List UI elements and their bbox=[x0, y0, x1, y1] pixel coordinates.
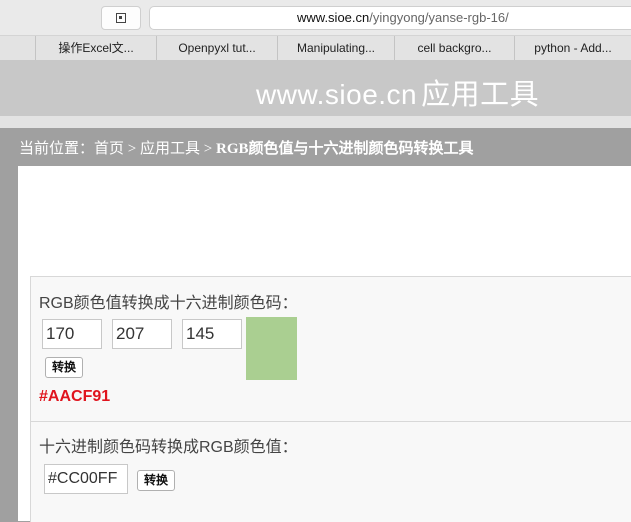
green-input[interactable] bbox=[112, 319, 172, 349]
rgb-to-hex-heading: RGB颜色值转换成十六进制颜色码： bbox=[39, 295, 298, 312]
bookmark-item[interactable]: cell backgro... bbox=[395, 36, 515, 60]
site-title[interactable]: www.sioe.cn 应用工具 bbox=[256, 71, 539, 113]
bookmark-item[interactable]: python - Add... bbox=[515, 36, 631, 60]
header-divider bbox=[0, 116, 631, 128]
bookmark-item[interactable]: Manipulating... bbox=[278, 36, 395, 60]
tab-overview-icon bbox=[116, 13, 126, 23]
hex-to-rgb-panel: 十六进制颜色码转换成RGB颜色值： 转换 bbox=[30, 421, 631, 522]
url-host: www.sioe.cn bbox=[297, 10, 370, 25]
site-title-cn: 应用工具 bbox=[421, 79, 540, 111]
hex-result: #AACF91 bbox=[39, 388, 111, 405]
site-header: www.sioe.cn 应用工具 bbox=[0, 61, 631, 116]
breadcrumb: 当前位置：首页 > 应用工具 > RGB颜色值与十六进制颜色码转换工具 bbox=[0, 128, 631, 166]
bookmark-item[interactable]: 操作Excel文... bbox=[36, 36, 157, 60]
hex-input[interactable] bbox=[44, 464, 128, 494]
rgb-convert-button[interactable]: 转换 bbox=[45, 357, 84, 378]
address-bar[interactable]: www.sioe.cn/yingyong/yanse-rgb-16/ bbox=[149, 6, 631, 30]
breadcrumb-home-link[interactable]: 首页 bbox=[94, 141, 124, 157]
tab-overview-button[interactable] bbox=[101, 6, 141, 30]
blue-input[interactable] bbox=[182, 319, 242, 349]
breadcrumb-prefix: 当前位置： bbox=[19, 141, 95, 157]
bookmark-item[interactable]: Openpyxl tut... bbox=[157, 36, 278, 60]
url-path: /yingyong/yanse-rgb-16/ bbox=[369, 10, 509, 25]
breadcrumb-separator: > bbox=[124, 141, 140, 157]
rgb-to-hex-panel: RGB颜色值转换成十六进制颜色码： 转换 #AACF91 bbox=[30, 276, 631, 421]
breadcrumb-trail: 当前位置：首页 > 应用工具 > RGB颜色值与十六进制颜色码转换工具 bbox=[19, 137, 474, 158]
breadcrumb-separator: > bbox=[200, 141, 216, 157]
bookmark-item[interactable] bbox=[0, 36, 36, 60]
site-title-en: www.sioe.cn bbox=[256, 79, 418, 110]
breadcrumb-current: RGB颜色值与十六进制颜色码转换工具 bbox=[215, 141, 474, 157]
bookmarks-bar: 操作Excel文... Openpyxl tut... Manipulating… bbox=[0, 36, 631, 61]
color-preview-swatch bbox=[246, 317, 297, 380]
red-input[interactable] bbox=[42, 319, 102, 349]
breadcrumb-section-link[interactable]: 应用工具 bbox=[140, 141, 200, 157]
browser-toolbar: www.sioe.cn/yingyong/yanse-rgb-16/ bbox=[0, 0, 631, 36]
address-url: www.sioe.cn/yingyong/yanse-rgb-16/ bbox=[297, 7, 509, 29]
hex-to-rgb-heading: 十六进制颜色码转换成RGB颜色值： bbox=[39, 439, 298, 456]
hex-convert-button[interactable]: 转换 bbox=[137, 470, 176, 491]
